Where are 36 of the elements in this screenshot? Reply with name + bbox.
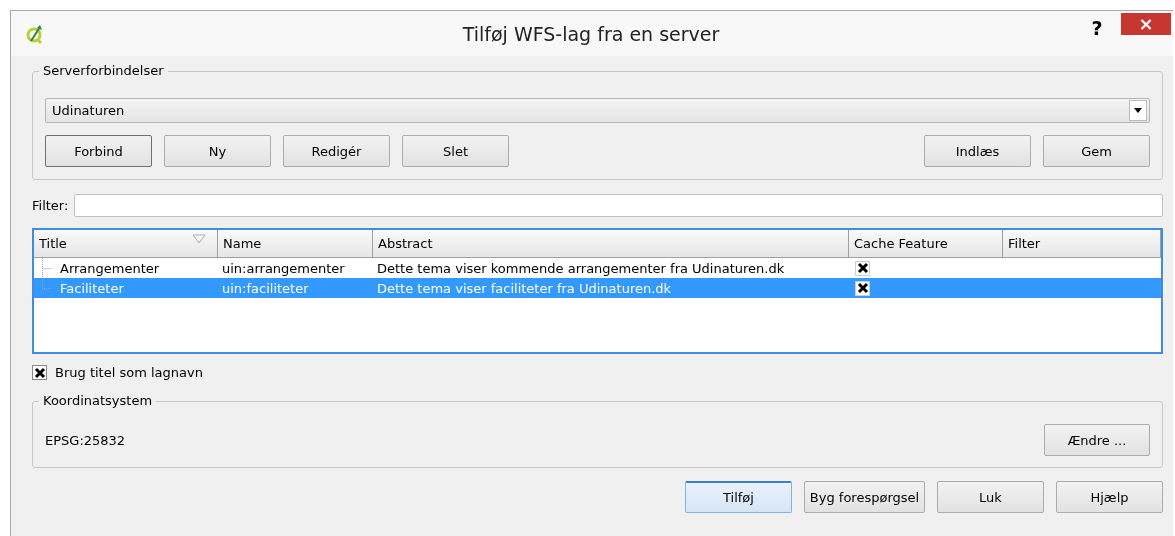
column-header[interactable]: Cache Feature: [849, 230, 1003, 258]
cache-checkbox[interactable]: [855, 260, 870, 276]
table-cell: Dette tema viser kommende arrangementer fra Udinaturen.dk: [377, 260, 785, 276]
filter-field[interactable]: [74, 194, 1163, 217]
connection-button[interactable]: Ny: [164, 135, 271, 167]
table-cell: Dette tema viser faciliteter fra Udinaturen.dk: [377, 280, 672, 296]
dropdown-arrow-icon: [1134, 108, 1142, 113]
window-title: Tilføj WFS-lag fra en server: [461, 22, 721, 45]
column-header[interactable]: Abstract: [373, 230, 849, 258]
server-dropdown[interactable]: Udinaturen: [45, 98, 1150, 123]
checkbox[interactable]: [32, 365, 47, 380]
table-cell: uin:arrangementer: [222, 260, 345, 276]
dialog-button[interactable]: Tilføj: [685, 481, 792, 513]
connection-button[interactable]: Forbind: [45, 135, 152, 167]
table-cell: uin:faciliteter: [222, 280, 309, 296]
checkbox-label: Brug titel som lagnavn: [55, 365, 203, 380]
help-button[interactable]: ?: [1077, 16, 1117, 39]
file-button[interactable]: Gem: [1043, 135, 1150, 167]
cache-checkbox[interactable]: [855, 280, 870, 296]
connection-button[interactable]: Redigér: [283, 135, 390, 167]
close-button[interactable]: ×: [1121, 12, 1171, 35]
filter-label: Filter:: [32, 198, 69, 213]
table-cell: Arrangementer: [60, 260, 160, 276]
crs-text: EPSG:25832: [45, 432, 126, 448]
table-cell: Faciliteter: [60, 280, 124, 296]
change-button[interactable]: Ændre ...: [1044, 424, 1150, 456]
group-title: Koordinatsystem: [39, 393, 157, 409]
column-header[interactable]: Name: [218, 230, 373, 258]
dialog-button[interactable]: Byg forespørgsel: [804, 481, 925, 513]
connection-button[interactable]: Slet: [402, 135, 509, 167]
dialog-button[interactable]: Luk: [937, 481, 1044, 513]
sort-indicator-icon: [192, 234, 206, 244]
column-header[interactable]: Title: [34, 230, 218, 258]
file-button[interactable]: Indlæs: [924, 135, 1031, 167]
dialog-button[interactable]: Hjælp: [1056, 481, 1163, 513]
column-header[interactable]: Filter: [1003, 230, 1161, 258]
